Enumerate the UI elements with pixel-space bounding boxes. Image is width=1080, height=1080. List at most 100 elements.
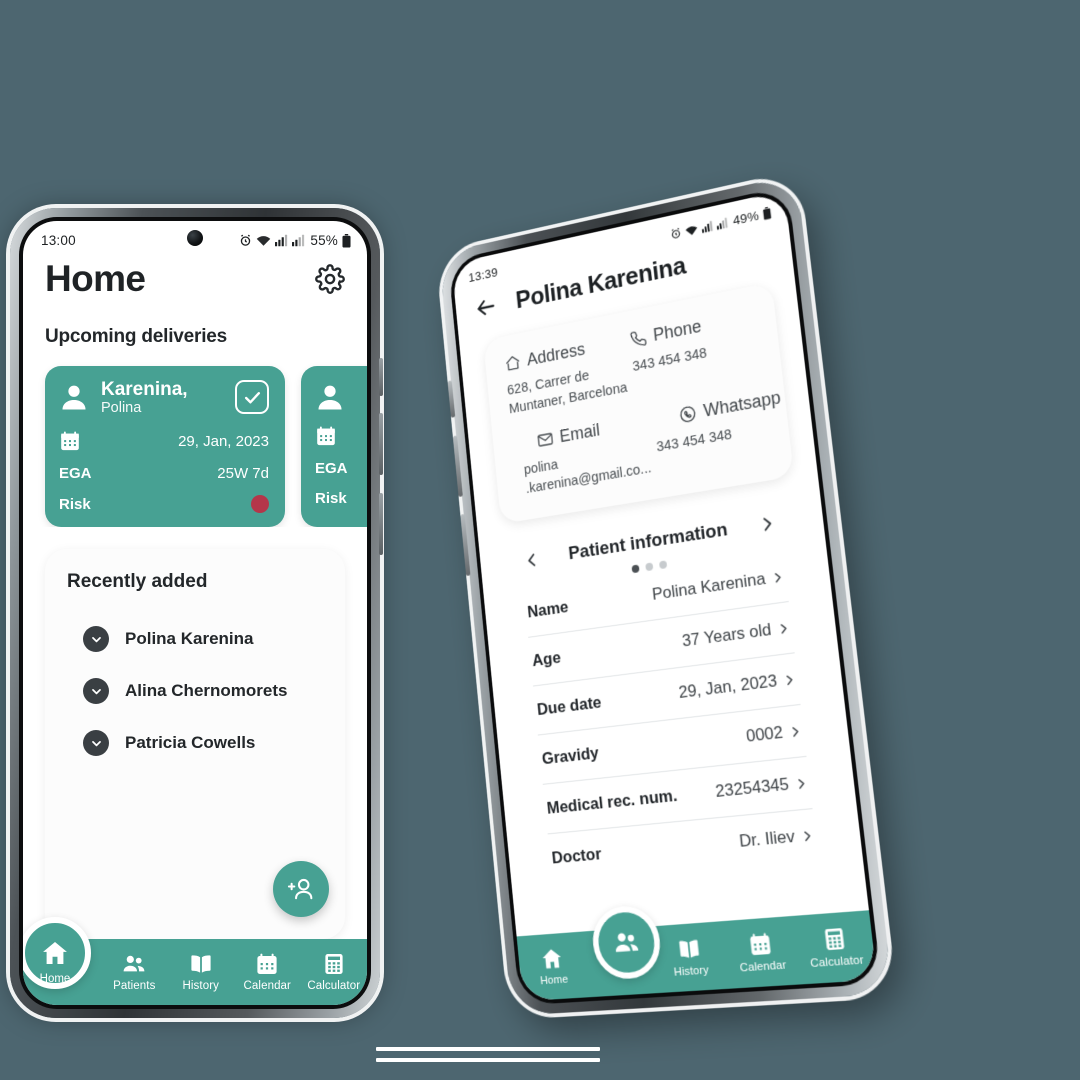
upcoming-deliveries-title: Upcoming deliveries: [45, 326, 228, 347]
sidebar-item-patients[interactable]: Patients: [101, 952, 168, 992]
phone-icon: [629, 328, 648, 349]
chevron-down-icon[interactable]: [83, 730, 109, 757]
calendar-icon: [750, 933, 772, 956]
side-button-mute[interactable]: [447, 380, 456, 418]
side-button-volume[interactable]: [452, 435, 463, 498]
front-camera-icon: [187, 230, 203, 246]
phone-device-right: 13:39 49% Polina Karenina Address 628, C…: [438, 173, 894, 1016]
alarm-icon: [241, 234, 251, 246]
sidebar-item-home[interactable]: Home: [23, 917, 91, 989]
phone-label: Phone: [652, 316, 703, 345]
add-person-icon: [287, 878, 313, 900]
contact-card: Address 628, Carrer de Muntaner, Barcelo…: [483, 282, 795, 525]
screenshot-stage: 13:00 55% Home Upcoming deliveries Karen…: [0, 0, 1080, 1080]
delivery-card[interactable]: Karenina, Polina 29, Jan, 2023 EGA 25W 7…: [45, 366, 285, 528]
chevron-right-icon: [800, 829, 814, 844]
signal-icon: [702, 220, 714, 233]
row-label: Medical rec. num.: [546, 786, 679, 818]
signal-icon: [292, 234, 305, 247]
envelope-icon: [536, 429, 554, 450]
avatar-icon: [318, 385, 342, 410]
list-item-label: Patricia Cowells: [125, 733, 256, 753]
check-icon: [244, 391, 260, 403]
signal-icon: [275, 234, 288, 247]
page-title: Home: [45, 258, 146, 299]
gear-icon[interactable]: [315, 264, 345, 294]
calendar-icon: [257, 953, 277, 974]
sidebar-item-calculator[interactable]: Calculator: [796, 924, 876, 971]
address-label: Address: [526, 339, 586, 370]
wifi-icon: [685, 224, 699, 236]
delivery-card[interactable]: EGA Risk: [301, 366, 367, 528]
sidebar-item-home[interactable]: Home: [518, 944, 589, 988]
chevron-right-icon: [776, 621, 790, 636]
header-left: Home: [23, 248, 367, 300]
screen-left: 13:00 55% Home Upcoming deliveries Karen…: [23, 221, 367, 1005]
phone-device-right-wrapper: 13:39 49% Polina Karenina Address 628, C…: [438, 173, 982, 1026]
row-label: Doctor: [550, 844, 603, 868]
list-item-label: Alina Chernomorets: [125, 681, 288, 701]
home-icon: [542, 948, 563, 969]
sidebar-item-history[interactable]: History: [168, 952, 235, 992]
nav-label-history: History: [673, 964, 710, 979]
back-arrow-icon[interactable]: [474, 293, 498, 321]
sidebar-item-history[interactable]: History: [653, 934, 728, 979]
upcoming-deliveries-carousel[interactable]: Karenina, Polina 29, Jan, 2023 EGA 25W 7…: [23, 348, 367, 528]
add-patient-fab[interactable]: [273, 861, 329, 917]
decorative-line: [376, 1047, 600, 1051]
side-button-power[interactable]: [460, 513, 471, 577]
nav-label-home: Home: [39, 973, 71, 985]
chevron-left-icon[interactable]: [523, 551, 540, 570]
alarm-icon: [670, 226, 682, 240]
status-time: 13:00: [41, 233, 76, 248]
sidebar-item-calendar[interactable]: Calendar: [234, 952, 301, 992]
nav-label-calculator: Calculator: [307, 980, 361, 992]
risk-label: Risk: [59, 495, 91, 513]
delivery-date: 29, Jan, 2023: [178, 432, 269, 450]
screen-right: 13:39 49% Polina Karenina Address 628, C…: [451, 190, 878, 1002]
list-item[interactable]: Polina Karenina: [67, 613, 323, 665]
list-item[interactable]: Alina Chernomorets: [67, 665, 323, 717]
patient-first-name: Polina: [101, 399, 142, 416]
decorative-line: [376, 1058, 600, 1062]
nav-label-calendar: Calendar: [739, 959, 788, 975]
people-icon: [123, 955, 145, 972]
nav-label-history: History: [182, 980, 219, 992]
nav-label-calculator: Calculator: [809, 954, 865, 971]
whatsapp-label: Whatsapp: [702, 387, 782, 421]
ega-label: EGA: [59, 465, 92, 483]
ega-value: 25W 7d: [217, 465, 269, 483]
phone-bezel-left: 13:00 55% Home Upcoming deliveries Karen…: [19, 217, 371, 1009]
sidebar-item-calculator[interactable]: Calculator: [301, 952, 368, 992]
phone-device-left: 13:00 55% Home Upcoming deliveries Karen…: [10, 208, 383, 1018]
side-button-volume[interactable]: [379, 413, 383, 475]
row-value: 29, Jan, 2023: [677, 671, 779, 703]
chevron-down-icon[interactable]: [83, 626, 109, 653]
patient-last-name: Karenina,: [101, 379, 188, 400]
delivery-check-button[interactable]: [235, 380, 269, 414]
row-value: 23254345: [714, 774, 790, 802]
risk-label: Risk: [315, 490, 347, 507]
chevron-right-icon: [788, 724, 802, 739]
row-label: Name: [526, 597, 570, 622]
whatsapp-icon: [678, 404, 698, 425]
phone-bezel-right: 13:39 49% Polina Karenina Address 628, C…: [447, 185, 882, 1006]
list-item[interactable]: Patricia Cowells: [67, 717, 323, 769]
bottom-nav-left: Home Patients History Calendar Calculato…: [23, 917, 368, 1005]
chevron-right-icon: [782, 672, 796, 687]
sidebar-item-calendar[interactable]: Calendar: [723, 929, 800, 975]
battery-percent: 55%: [310, 233, 338, 248]
side-button-mute[interactable]: [379, 358, 383, 396]
row-label: Due date: [536, 693, 603, 720]
recently-added-card: Recently added Polina Karenina Alina Che…: [45, 549, 345, 939]
row-value: Dr. Iliev: [738, 826, 796, 852]
book-icon: [191, 955, 211, 973]
chevron-down-icon[interactable]: [83, 678, 109, 705]
email-label: Email: [558, 420, 601, 447]
wifi-icon: [257, 236, 271, 246]
battery-icon: [762, 206, 772, 220]
calendar-icon: [317, 426, 335, 446]
side-button-power[interactable]: [379, 493, 383, 555]
chevron-right-icon[interactable]: [757, 514, 776, 535]
avatar-icon: [62, 385, 86, 410]
